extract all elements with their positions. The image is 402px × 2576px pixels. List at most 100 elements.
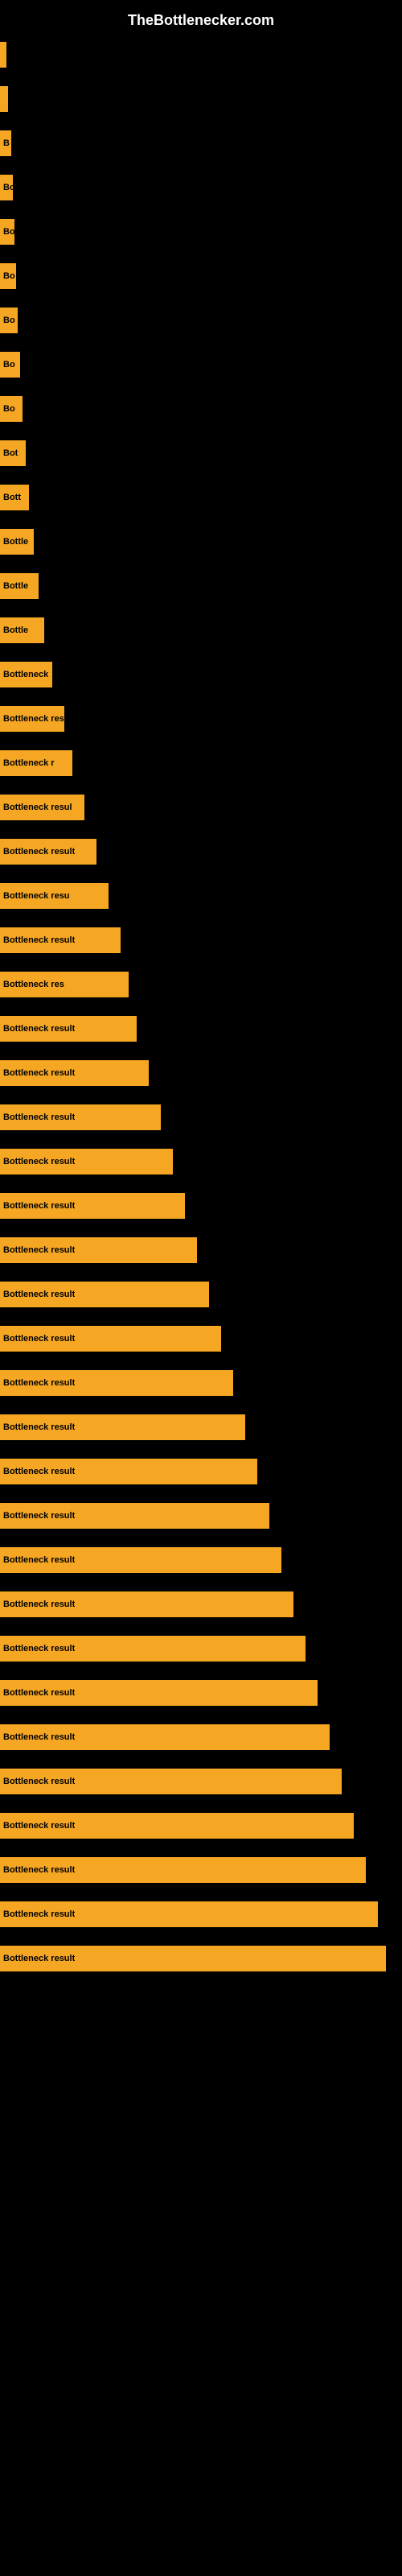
bar-row: Bottleneck result bbox=[0, 1139, 402, 1183]
bar-label: Bottleneck result bbox=[3, 935, 75, 945]
bar-label: Bot bbox=[3, 448, 18, 458]
bar-row: Bottle bbox=[0, 608, 402, 652]
bar-row: Bo bbox=[0, 209, 402, 254]
bar-row: Bottleneck result bbox=[0, 1582, 402, 1626]
bar-row: Bottleneck result bbox=[0, 829, 402, 873]
bar-label: Bottleneck result bbox=[3, 1422, 75, 1432]
bar-label: Bottleneck result bbox=[3, 1600, 75, 1609]
bar: Bot bbox=[0, 440, 26, 466]
bar-label: Bo bbox=[3, 404, 15, 414]
bar: Bottleneck result bbox=[0, 1016, 137, 1042]
bar: Bo bbox=[0, 308, 18, 333]
bar-row: Bottleneck result bbox=[0, 1272, 402, 1316]
bar-label: Bottleneck result bbox=[3, 1378, 75, 1388]
bar-row: Bottleneck result bbox=[0, 1449, 402, 1493]
bar-row: Bottleneck result bbox=[0, 918, 402, 962]
bar: Bo bbox=[0, 352, 20, 378]
bar-label: Bottleneck res bbox=[3, 714, 64, 724]
bar: Bottle bbox=[0, 617, 44, 643]
bar: B bbox=[0, 130, 11, 156]
bar: Bottleneck result bbox=[0, 1503, 269, 1529]
bar: Bottleneck r bbox=[0, 750, 72, 776]
bar-row: Bottleneck result bbox=[0, 1228, 402, 1272]
bar: Bottleneck result bbox=[0, 1104, 161, 1130]
bar-row: Bottleneck result bbox=[0, 1847, 402, 1892]
bar-row: Bottleneck result bbox=[0, 1316, 402, 1360]
site-title: TheBottlenecker.com bbox=[0, 4, 402, 33]
bar: Bottleneck result bbox=[0, 1769, 342, 1794]
bar: Bottleneck res bbox=[0, 972, 129, 997]
bar-row: Bottleneck result bbox=[0, 1670, 402, 1715]
bar: Bottleneck resu bbox=[0, 883, 109, 909]
bar-label: Bottleneck result bbox=[3, 1644, 75, 1653]
bar-label: Bottleneck result bbox=[3, 1555, 75, 1565]
bar: Bottleneck result bbox=[0, 1237, 197, 1263]
bar-row: Bottleneck result bbox=[0, 1715, 402, 1759]
bar bbox=[0, 42, 6, 68]
bar: Bo bbox=[0, 219, 14, 245]
bar: Bottleneck result bbox=[0, 1370, 233, 1396]
bar: Bottleneck result bbox=[0, 1414, 245, 1440]
bar-row: Bottleneck result bbox=[0, 1626, 402, 1670]
bar: Bottleneck result bbox=[0, 1813, 354, 1839]
bar-row: Bottleneck result bbox=[0, 1051, 402, 1095]
bar: Bottleneck bbox=[0, 662, 52, 687]
bar-label: Bottleneck result bbox=[3, 1821, 75, 1831]
bar: Bottleneck result bbox=[0, 1857, 366, 1883]
bar-row bbox=[0, 76, 402, 121]
bar-row: Bo bbox=[0, 254, 402, 298]
bar-label: Bottleneck result bbox=[3, 1511, 75, 1521]
bar: Bottleneck result bbox=[0, 1636, 306, 1662]
bar-label: Bottleneck result bbox=[3, 1201, 75, 1211]
bar-label: Bottleneck result bbox=[3, 1113, 75, 1122]
bar-label: Bottleneck result bbox=[3, 1290, 75, 1299]
bar: Bo bbox=[0, 263, 16, 289]
bar: Bo bbox=[0, 175, 13, 200]
bar-row: Bo bbox=[0, 298, 402, 342]
bar-label: Bottleneck result bbox=[3, 1732, 75, 1742]
bar-label: Bottleneck r bbox=[3, 758, 55, 768]
bar-label: Bott bbox=[3, 493, 21, 502]
bar-row: Bottleneck result bbox=[0, 1892, 402, 1936]
bar: Bottleneck result bbox=[0, 1459, 257, 1484]
bar: Bottleneck result bbox=[0, 1680, 318, 1706]
bar-label: Bo bbox=[3, 183, 13, 192]
bar-row: Bottleneck result bbox=[0, 1360, 402, 1405]
bar: Bottleneck res bbox=[0, 706, 64, 732]
bar-label: Bottleneck result bbox=[3, 1865, 75, 1875]
bar-label: Bottleneck result bbox=[3, 1777, 75, 1786]
bar-row: Bott bbox=[0, 475, 402, 519]
bar-row: Bo bbox=[0, 165, 402, 209]
bar: Bottleneck result bbox=[0, 1547, 281, 1573]
bar-label: Bottleneck result bbox=[3, 1024, 75, 1034]
bar: Bott bbox=[0, 485, 29, 510]
bar-row: Bottleneck result bbox=[0, 1493, 402, 1538]
bar-label: Bottleneck result bbox=[3, 1909, 75, 1919]
bar-row: Bottleneck res bbox=[0, 696, 402, 741]
bar: Bottleneck result bbox=[0, 1901, 378, 1927]
bar-label: Bottleneck resu bbox=[3, 891, 70, 901]
bar-row: Bottleneck result bbox=[0, 1803, 402, 1847]
bar-label: Bottle bbox=[3, 537, 28, 547]
bar: Bottleneck result bbox=[0, 1724, 330, 1750]
bar: Bottleneck result bbox=[0, 1326, 221, 1352]
bar-row: Bottleneck resu bbox=[0, 873, 402, 918]
bar bbox=[0, 86, 8, 112]
bar-row: Bo bbox=[0, 342, 402, 386]
bar-row: Bottleneck result bbox=[0, 1183, 402, 1228]
bar-label: Bottleneck result bbox=[3, 1467, 75, 1476]
bar-row: Bottleneck resul bbox=[0, 785, 402, 829]
bar: Bottleneck result bbox=[0, 1060, 149, 1086]
bar: Bottleneck result bbox=[0, 1282, 209, 1307]
bar-row: Bottleneck result bbox=[0, 1006, 402, 1051]
bar-label: Bo bbox=[3, 316, 15, 325]
bar-label: B bbox=[3, 138, 10, 148]
bar-label: Bo bbox=[3, 271, 15, 281]
bar-row: Bottleneck result bbox=[0, 1936, 402, 1980]
bar-row: Bo bbox=[0, 386, 402, 431]
bar-row: Bottleneck result bbox=[0, 1538, 402, 1582]
bar-row: Bot bbox=[0, 431, 402, 475]
bar-row bbox=[0, 32, 402, 76]
bar-label: Bottleneck result bbox=[3, 1688, 75, 1698]
bar-row: Bottleneck result bbox=[0, 1095, 402, 1139]
